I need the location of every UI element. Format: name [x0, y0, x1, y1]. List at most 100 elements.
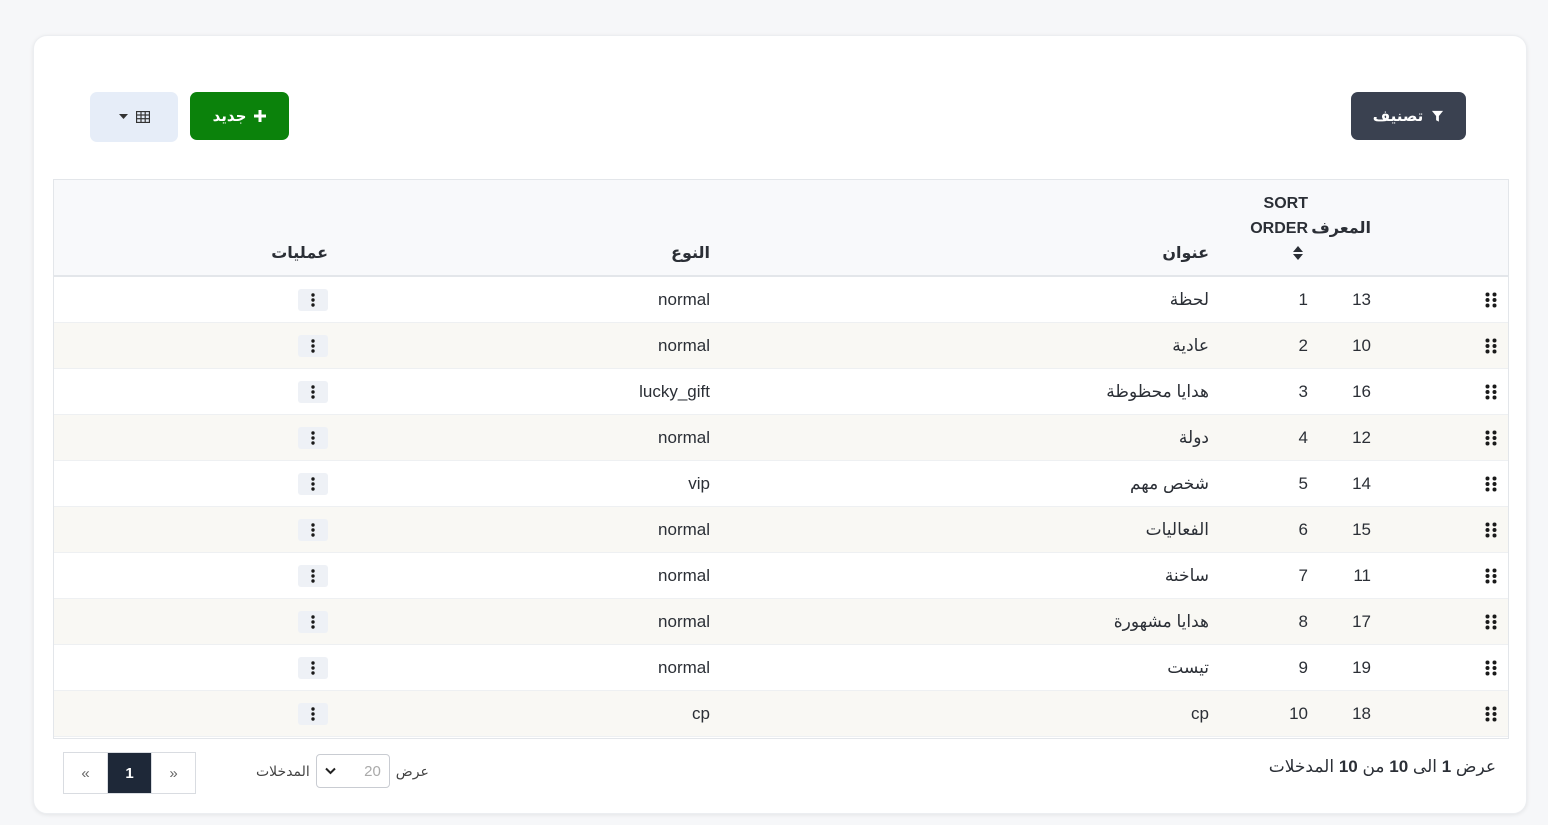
table-row: 10 2 عادية normal [54, 323, 1508, 369]
cell-sort-order: 5 [1298, 474, 1308, 493]
table-row: 14 5 شخص مهم vip [54, 461, 1508, 507]
pagination-next[interactable]: » [151, 753, 195, 793]
cell-title: cp [1191, 704, 1209, 723]
row-actions-button[interactable] [298, 289, 328, 311]
row-actions [298, 369, 328, 415]
cell-type: normal [658, 658, 710, 677]
page-size-value: 20 [364, 762, 381, 780]
vertical-dots-icon [311, 569, 315, 583]
entries-summary: عرض 1 الى 10 من 10 المدخلات [1269, 755, 1496, 779]
drag-handle-icon[interactable] [1482, 507, 1500, 553]
table-row: 12 4 دولة normal [54, 415, 1508, 461]
cell-id: 12 [1352, 428, 1371, 447]
cell-sort-order: 6 [1298, 520, 1308, 539]
row-actions-button[interactable] [298, 427, 328, 449]
drag-handle-icon[interactable] [1482, 323, 1500, 369]
cell-sort-order: 9 [1298, 658, 1308, 677]
drag-handle-icon[interactable] [1482, 645, 1500, 691]
cell-title: الفعاليات [1145, 520, 1209, 539]
vertical-dots-icon [311, 431, 315, 445]
column-header-title[interactable]: عنوان [1162, 241, 1209, 266]
cell-id: 15 [1352, 520, 1371, 539]
entries-label: المدخلات [256, 762, 310, 779]
summary-to-word: الى [1412, 757, 1437, 776]
page-size-control: عرض 20 المدخلات [256, 753, 429, 789]
cell-sort-order: 2 [1298, 336, 1308, 355]
drag-handle-icon[interactable] [1482, 553, 1500, 599]
cell-type: normal [658, 566, 710, 585]
cell-id: 17 [1352, 612, 1371, 631]
cell-type: lucky_gift [639, 382, 710, 401]
row-actions [298, 415, 328, 461]
table-row: 16 3 هدايا محظوظة lucky_gift [54, 369, 1508, 415]
row-actions [298, 645, 328, 691]
column-header-type[interactable]: النوع [671, 241, 710, 266]
drag-handle-icon[interactable] [1482, 599, 1500, 645]
vertical-dots-icon [311, 293, 315, 307]
filter-button-label: تصنيف [1372, 108, 1424, 125]
cell-sort-order: 3 [1298, 382, 1308, 401]
vertical-dots-icon [311, 339, 315, 353]
pagination: « 1 » [63, 752, 196, 794]
cell-type: cp [692, 704, 710, 723]
row-actions-button[interactable] [298, 381, 328, 403]
columns-toggle-button[interactable] [90, 92, 178, 142]
cell-title: ساخنة [1164, 566, 1209, 585]
pagination-page-1[interactable]: 1 [107, 753, 151, 793]
sort-icon[interactable] [1238, 244, 1304, 269]
summary-total: 10 [1338, 757, 1358, 776]
cell-type: normal [658, 520, 710, 539]
data-table: المعرف SORT ORDER عنوان النوع عمليات 13 1… [53, 179, 1509, 739]
cell-sort-order: 7 [1298, 566, 1308, 585]
cell-title: عادية [1172, 336, 1209, 355]
cell-title: شخص مهم [1129, 474, 1209, 493]
summary-of-word: من [1362, 757, 1385, 776]
table-row: 15 6 الفعاليات normal [54, 507, 1508, 553]
cell-sort-order: 8 [1298, 612, 1308, 631]
vertical-dots-icon [311, 523, 315, 537]
row-actions [298, 553, 328, 599]
drag-handle-icon[interactable] [1482, 415, 1500, 461]
funnel-icon [1431, 110, 1444, 123]
cell-id: 16 [1352, 382, 1371, 401]
row-actions-button[interactable] [298, 657, 328, 679]
new-button[interactable]: جديد [190, 92, 289, 140]
vertical-dots-icon [311, 477, 315, 491]
drag-handle-icon[interactable] [1482, 461, 1500, 507]
cell-title: هدايا محظوظة [1106, 382, 1209, 401]
drag-handle-icon[interactable] [1482, 369, 1500, 415]
show-label: عرض [395, 762, 429, 779]
cell-id: 13 [1352, 290, 1371, 309]
row-actions-button[interactable] [298, 519, 328, 541]
cell-sort-order: 1 [1298, 290, 1308, 309]
pagination-prev[interactable]: « [64, 753, 107, 793]
chevron-down-icon [325, 767, 336, 775]
row-actions-button[interactable] [298, 611, 328, 633]
cell-title: تيست [1167, 658, 1209, 677]
row-actions [298, 691, 328, 737]
table-header: المعرف SORT ORDER عنوان النوع عمليات [54, 180, 1508, 277]
row-actions-button[interactable] [298, 703, 328, 725]
row-actions-button[interactable] [298, 565, 328, 587]
row-actions-button[interactable] [298, 335, 328, 357]
table-grid-icon [135, 111, 150, 123]
filter-button[interactable]: تصنيف [1351, 92, 1466, 140]
plus-icon [254, 110, 267, 122]
row-actions-button[interactable] [298, 473, 328, 495]
row-actions [298, 599, 328, 645]
drag-handle-icon[interactable] [1482, 691, 1500, 737]
cell-type: normal [658, 428, 710, 447]
drag-handle-icon[interactable] [1482, 277, 1500, 323]
cell-id: 14 [1352, 474, 1371, 493]
row-actions [298, 323, 328, 369]
row-actions [298, 507, 328, 553]
caret-down-icon [118, 114, 128, 120]
column-header-id[interactable]: المعرف [1311, 216, 1371, 241]
column-header-sort-order[interactable]: SORT ORDER [1238, 191, 1308, 269]
table-row: 17 8 هدايا مشهورة normal [54, 599, 1508, 645]
cell-type: normal [658, 612, 710, 631]
row-actions [298, 277, 328, 323]
cell-title: هدايا مشهورة [1113, 612, 1209, 631]
page-size-select[interactable]: 20 [315, 754, 390, 788]
column-header-operations: عمليات [271, 245, 328, 262]
